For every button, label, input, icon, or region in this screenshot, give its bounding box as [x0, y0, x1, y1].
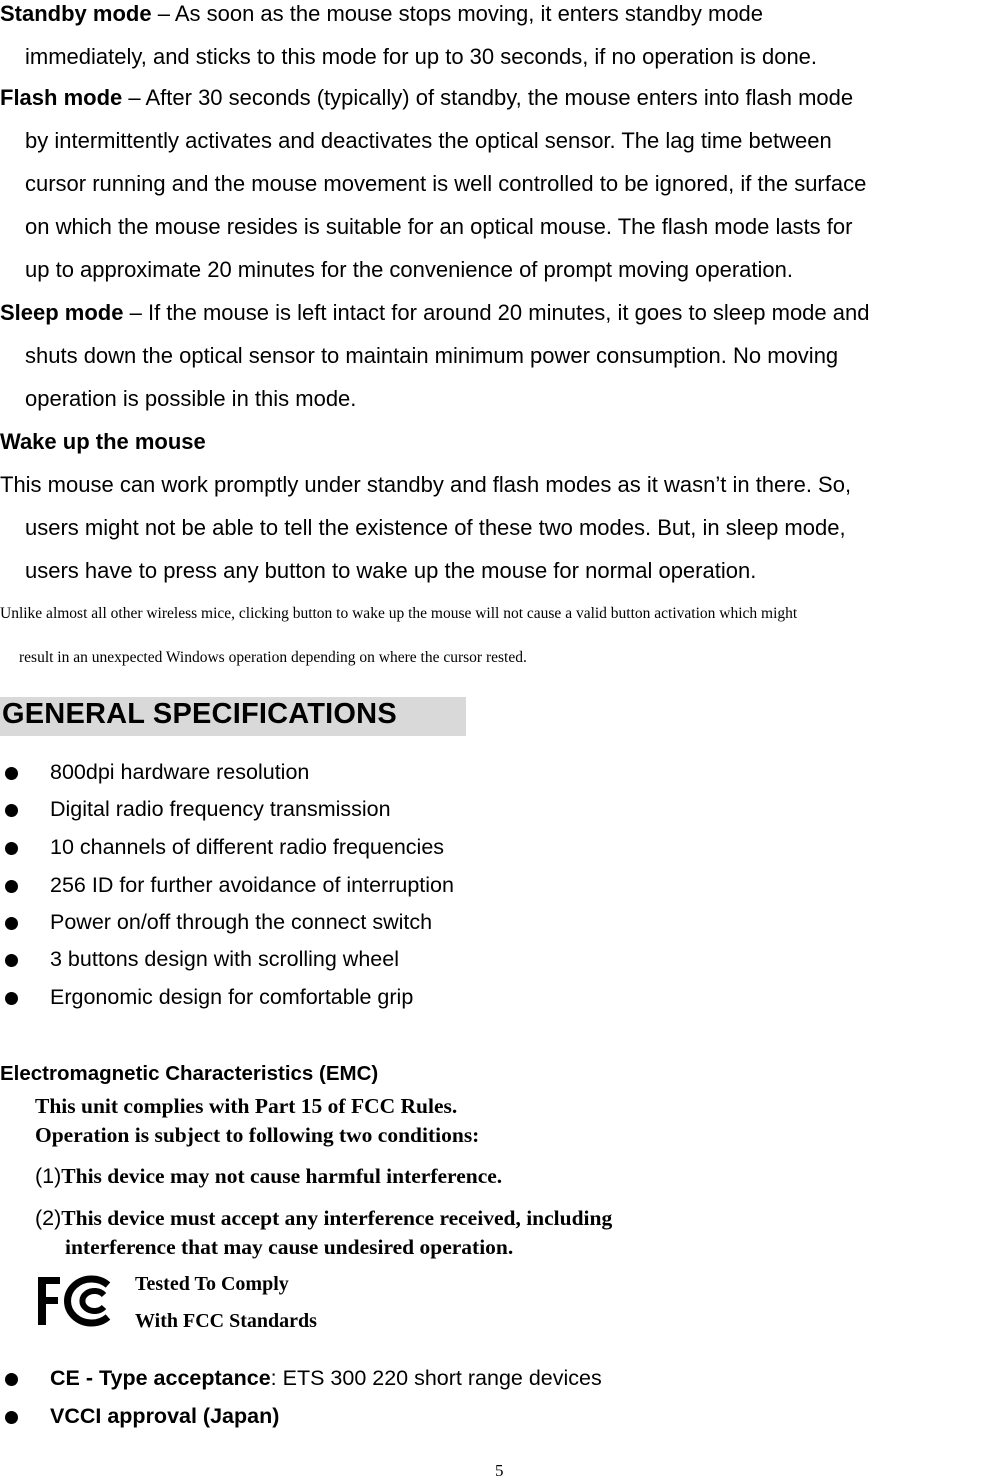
spec-item: Digital radio frequency transmission	[50, 797, 391, 821]
sleep-mode-title: Sleep mode	[0, 300, 124, 325]
condition-number: (1)	[35, 1164, 62, 1188]
wake-up-line-3: users have to press any button to wake u…	[25, 558, 757, 583]
wake-up-line-1: This mouse can work promptly under stand…	[0, 472, 852, 497]
vcci-approval-item: VCCI approval (Japan)	[50, 1404, 279, 1429]
sleep-mode-line-3: operation is possible in this mode.	[25, 386, 357, 411]
vcci-approval-label: VCCI approval (Japan)	[50, 1404, 280, 1428]
flash-mode-line-4: on which the mouse resides is suitable f…	[25, 214, 853, 239]
ce-approval-label: CE - Type acceptance	[50, 1366, 271, 1390]
spec-item: 800dpi hardware resolution	[50, 760, 310, 784]
condition-number: (2)	[35, 1206, 62, 1230]
flash-mode-line-5: up to approximate 20 minutes for the con…	[25, 257, 794, 282]
ce-approval-detail: : ETS 300 220 short range devices	[270, 1366, 602, 1390]
fcc-tested-line: Tested To Comply	[135, 1273, 289, 1295]
bullet-icon	[5, 880, 18, 893]
standby-mode-paragraph: Standby mode – As soon as the mouse stop…	[0, 1, 764, 26]
ce-approval-item: CE - Type acceptance: ETS 300 220 short …	[50, 1366, 602, 1391]
fcc-standards-line: With FCC Standards	[135, 1310, 317, 1332]
flash-mode-paragraph: Flash mode – After 30 seconds (typically…	[0, 85, 854, 110]
emc-compliance-line: This unit complies with Part 15 of FCC R…	[35, 1094, 458, 1118]
spec-item: Ergonomic design for comfortable grip	[50, 985, 414, 1009]
wake-up-heading: Wake up the mouse	[0, 429, 206, 454]
bullet-icon	[5, 1373, 18, 1386]
flash-mode-line-3: cursor running and the mouse movement is…	[25, 171, 867, 196]
flash-mode-line-2: by intermittently activates and deactiva…	[25, 128, 832, 153]
bullet-icon	[5, 842, 18, 855]
bullet-icon	[5, 804, 18, 817]
bullet-icon	[5, 954, 18, 967]
general-specifications-heading: GENERAL SPECIFICATIONS	[2, 698, 397, 730]
wake-up-line-2: users might not be able to tell the exis…	[25, 515, 846, 540]
bullet-icon	[5, 1411, 18, 1424]
flash-mode-title: Flash mode	[0, 85, 123, 110]
fcc-logo-icon	[38, 1275, 111, 1327]
emc-conditions-intro: Operation is subject to following two co…	[35, 1123, 480, 1147]
emc-condition-2: (2)This device must accept any interfere…	[35, 1206, 613, 1230]
bullet-icon	[5, 992, 18, 1005]
emc-condition-2-line-2: interference that may cause undesired op…	[65, 1235, 514, 1259]
spec-item: 3 buttons design with scrolling wheel	[50, 947, 399, 971]
sleep-mode-line-2: shuts down the optical sensor to maintai…	[25, 343, 839, 368]
spec-item: 10 channels of different radio frequenci…	[50, 835, 445, 859]
standby-mode-text: As soon as the mouse stops moving, it en…	[174, 1, 764, 26]
standby-mode-title: Standby mode	[0, 1, 152, 26]
spec-item: Power on/off through the connect switch	[50, 910, 433, 934]
wake-up-note-line-1: Unlike almost all other wireless mice, c…	[0, 605, 798, 622]
wake-up-note-line-2: result in an unexpected Windows operatio…	[19, 649, 527, 666]
flash-mode-text: After 30 seconds (typically) of standby,…	[145, 85, 854, 110]
emc-condition-1: (1)This device may not cause harmful int…	[35, 1164, 503, 1188]
bullet-icon	[5, 767, 18, 780]
sleep-mode-paragraph: Sleep mode – If the mouse is left intact…	[0, 300, 870, 325]
page-number: 5	[495, 1461, 504, 1480]
bullet-icon	[5, 917, 18, 930]
standby-mode-line-2: immediately, and sticks to this mode for…	[25, 44, 818, 69]
spec-item: 256 ID for further avoidance of interrup…	[50, 873, 454, 897]
emc-heading: Electromagnetic Characteristics (EMC)	[0, 1062, 379, 1085]
sleep-mode-text: If the mouse is left intact for around 2…	[147, 300, 870, 325]
